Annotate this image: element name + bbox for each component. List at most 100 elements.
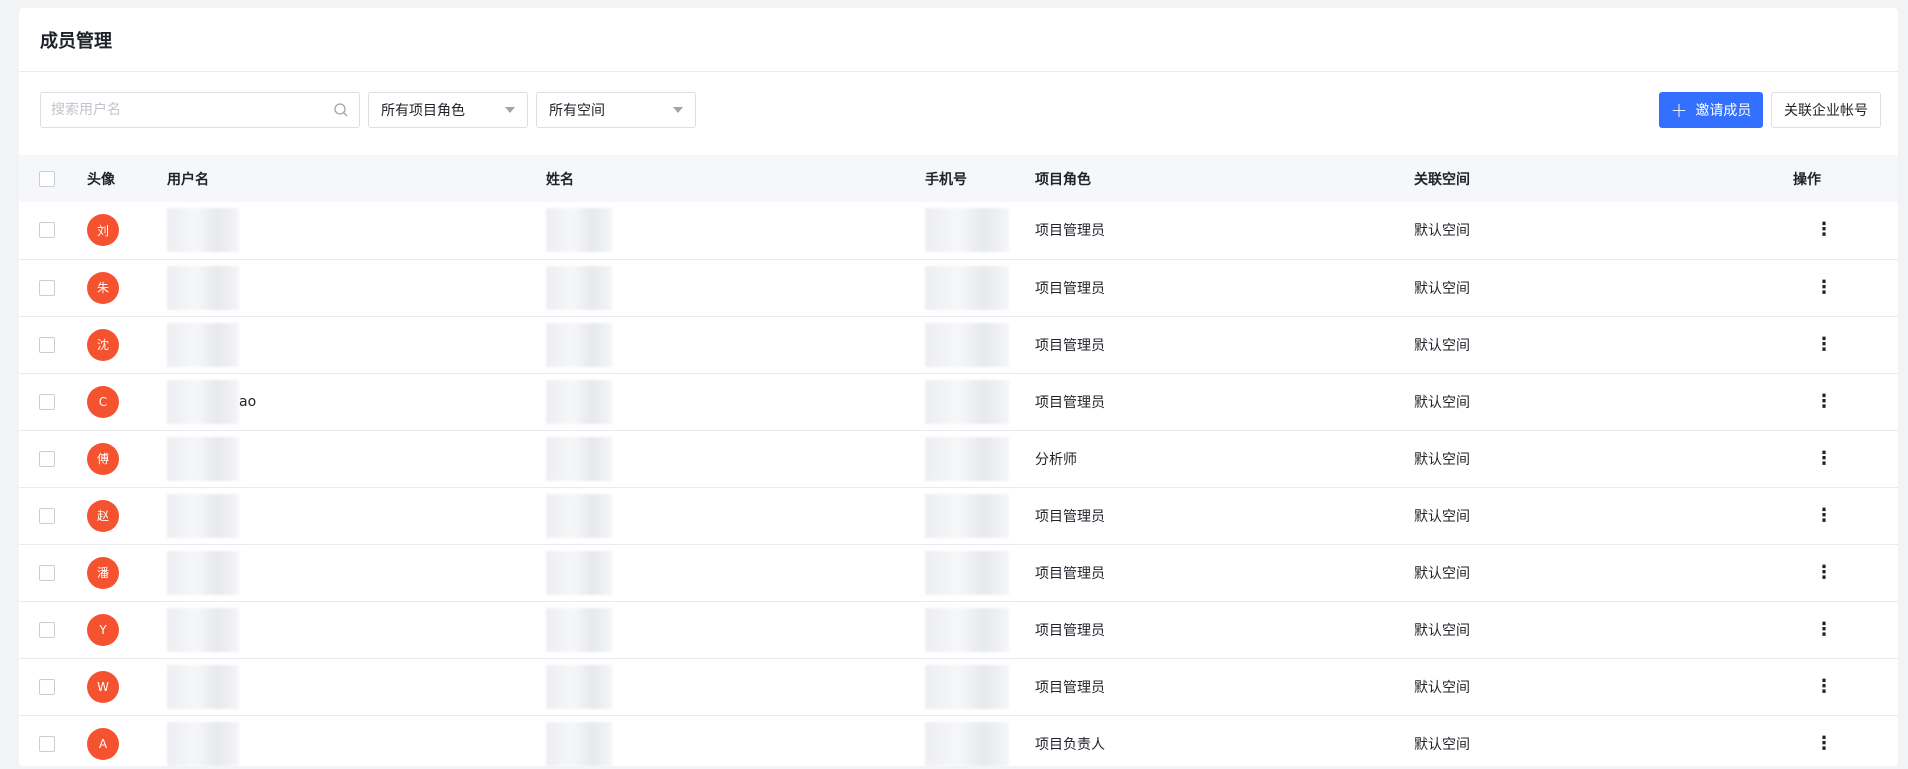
member-management-card: 成员管理 所有项目角色 所有空间 + 邀请成员 关联企业帐号: [19, 8, 1898, 766]
operation-cell: ⋮: [1793, 259, 1898, 316]
space-cell: 默认空间: [1414, 622, 1470, 639]
invite-member-button[interactable]: + 邀请成员: [1659, 92, 1763, 128]
space-filter-value: 所有空间: [549, 103, 605, 119]
role-cell: 分析师: [1035, 451, 1077, 468]
username-redacted: [167, 436, 239, 481]
username-cell: [147, 544, 526, 601]
phone-cell: [905, 601, 1035, 658]
row-checkbox-cell: [19, 601, 67, 658]
more-vertical-icon[interactable]: ⋮: [1815, 506, 1833, 525]
avatar: A: [87, 727, 119, 760]
more-vertical-icon[interactable]: ⋮: [1815, 221, 1833, 239]
name-redacted: [546, 493, 612, 538]
avatar-cell: 沈: [67, 316, 147, 373]
link-enterprise-account-label: 关联企业帐号: [1784, 103, 1868, 119]
avatar-cell: C: [67, 373, 147, 430]
more-vertical-icon[interactable]: ⋮: [1815, 449, 1833, 468]
header-checkbox-cell: [19, 155, 67, 202]
space-cell: 默认空间: [1414, 736, 1470, 753]
phone-cell: [905, 316, 1035, 373]
username-cell: [147, 316, 526, 373]
phone-cell: [905, 715, 1035, 766]
operation-cell: ⋮: [1793, 316, 1898, 373]
table-row: 刘 项目管理员 默认空间 ⋮: [19, 202, 1898, 259]
phone-cell: [905, 202, 1035, 259]
operation-cell: ⋮: [1793, 715, 1898, 766]
table-row: 傅 分析师 默认空间 ⋮: [19, 430, 1898, 487]
name-redacted: [546, 607, 612, 652]
link-enterprise-account-button[interactable]: 关联企业帐号: [1771, 92, 1881, 128]
table-row: Y 项目管理员 默认空间 ⋮: [19, 601, 1898, 658]
name-cell: [526, 601, 905, 658]
row-checkbox[interactable]: [39, 735, 55, 752]
more-vertical-icon[interactable]: ⋮: [1815, 335, 1833, 354]
search-input[interactable]: [51, 102, 333, 118]
more-vertical-icon[interactable]: ⋮: [1815, 563, 1833, 582]
username-cell: [147, 601, 526, 658]
row-checkbox[interactable]: [39, 621, 55, 638]
username-redacted: [167, 322, 239, 367]
phone-cell: [905, 259, 1035, 316]
name-cell: [526, 658, 905, 715]
table-row: 潘 项目管理员 默认空间 ⋮: [19, 544, 1898, 601]
role-filter-select[interactable]: 所有项目角色: [368, 92, 528, 128]
username-redacted: [167, 493, 239, 538]
role-cell: 项目管理员: [1035, 508, 1105, 525]
operation-cell: ⋮: [1793, 430, 1898, 487]
role-cell: 项目负责人: [1035, 736, 1105, 753]
avatar: Y: [87, 613, 119, 646]
phone-cell: [905, 430, 1035, 487]
username-cell: [147, 430, 526, 487]
more-vertical-icon[interactable]: ⋮: [1815, 620, 1833, 639]
row-checkbox[interactable]: [39, 507, 55, 524]
phone-redacted: [925, 265, 1009, 310]
phone-redacted: [925, 379, 1009, 424]
row-checkbox[interactable]: [39, 450, 55, 467]
phone-redacted: [925, 607, 1009, 652]
username-redacted: [167, 664, 239, 709]
space-cell: 默认空间: [1414, 451, 1470, 468]
search-icon[interactable]: [333, 102, 349, 118]
avatar-cell: 潘: [67, 544, 147, 601]
operation-cell: ⋮: [1793, 544, 1898, 601]
row-checkbox-cell: [19, 658, 67, 715]
phone-redacted: [925, 322, 1009, 367]
table-row: 沈 项目管理员 默认空间 ⋮: [19, 316, 1898, 373]
avatar: 朱: [87, 271, 119, 304]
members-table: 头像 用户名 姓名 手机号 项目角色 关联空间 操作 刘 项目管理员 默认空间: [19, 155, 1898, 766]
username-cell: [147, 658, 526, 715]
plus-icon: +: [1670, 98, 1688, 122]
name-cell: [526, 373, 905, 430]
avatar: W: [87, 670, 119, 703]
name-cell: [526, 259, 905, 316]
operation-cell: ⋮: [1793, 487, 1898, 544]
operation-cell: ⋮: [1793, 373, 1898, 430]
row-checkbox[interactable]: [39, 393, 55, 410]
space-cell: 默认空间: [1414, 337, 1470, 354]
username-cell: [147, 715, 526, 766]
caret-down-icon: [673, 107, 683, 113]
avatar-cell: Y: [67, 601, 147, 658]
row-checkbox[interactable]: [39, 336, 55, 353]
more-vertical-icon[interactable]: ⋮: [1815, 392, 1833, 411]
more-vertical-icon[interactable]: ⋮: [1815, 734, 1833, 753]
username-redacted: [167, 265, 239, 310]
header-operation: 操作: [1793, 171, 1821, 188]
select-all-checkbox[interactable]: [39, 170, 55, 187]
username-redacted: [167, 550, 239, 595]
username-cell: [147, 202, 526, 259]
avatar-cell: 赵: [67, 487, 147, 544]
row-checkbox[interactable]: [39, 279, 55, 296]
header-name: 姓名: [546, 171, 574, 188]
username-cell: ao: [147, 373, 526, 430]
name-cell: [526, 430, 905, 487]
row-checkbox[interactable]: [39, 678, 55, 695]
more-vertical-icon[interactable]: ⋮: [1815, 278, 1833, 297]
phone-redacted: [925, 550, 1009, 595]
name-redacted: [546, 379, 612, 424]
row-checkbox[interactable]: [39, 222, 55, 239]
search-field[interactable]: [40, 92, 360, 128]
more-vertical-icon[interactable]: ⋮: [1815, 677, 1833, 696]
row-checkbox[interactable]: [39, 564, 55, 581]
space-filter-select[interactable]: 所有空间: [536, 92, 696, 128]
